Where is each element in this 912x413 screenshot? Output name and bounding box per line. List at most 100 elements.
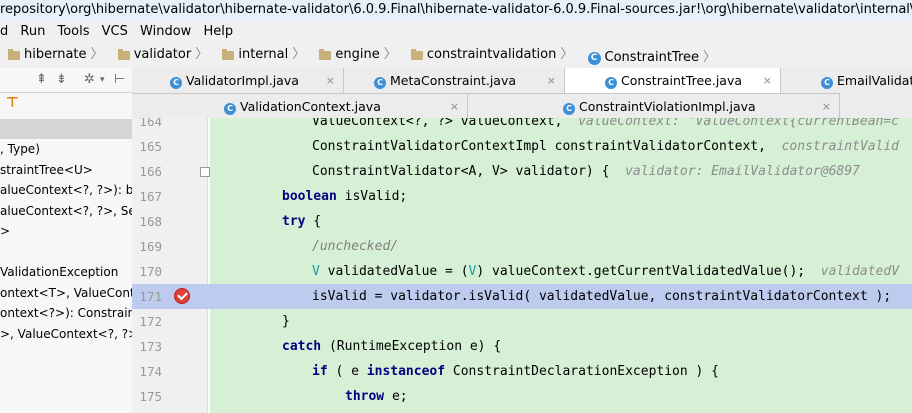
debug-value-hint: valueContext: "ValueContext{currentBean=…: [578, 118, 900, 129]
tab-emailvalidator[interactable]: CEmailValidator: [781, 68, 912, 93]
sort-icon[interactable]: ⊤: [6, 95, 19, 111]
folder-icon: [117, 48, 130, 60]
code-text: ConstraintValidatorContextImpl constrain…: [312, 134, 899, 159]
menu-bar: d Run Tools VCS Window Help: [0, 21, 912, 42]
list-item[interactable]: , Type): [0, 139, 132, 160]
hide-panel-icon[interactable]: ⊢: [114, 72, 125, 87]
code-token: }: [282, 314, 290, 329]
breadcrumb-hibernate[interactable]: hibernate 〉: [0, 42, 104, 68]
tab-validatorimpl[interactable]: C ValidatorImpl.java ×: [132, 68, 344, 93]
breadcrumb-constrainttree[interactable]: C ConstraintTree 〉: [580, 45, 717, 68]
code-text: try {: [282, 209, 321, 234]
code-token: V: [312, 264, 320, 279]
close-icon[interactable]: ×: [763, 68, 772, 93]
menu-item-vcs[interactable]: VCS: [102, 21, 128, 42]
chevron-right-icon: 〉: [560, 47, 574, 62]
close-icon[interactable]: ×: [547, 68, 556, 93]
list-item[interactable]: >, ValueContext<?, ?>,: [0, 324, 132, 345]
tab-constraintviolationimpl[interactable]: C ConstraintViolationImpl.java ×: [468, 93, 840, 118]
code-token: throw: [345, 389, 385, 404]
class-icon: C: [605, 77, 617, 89]
breadcrumb: hibernate 〉 validator 〉 internal 〉 engine 〉 …: [0, 42, 912, 69]
code-line[interactable]: 166 ConstraintValidator<A, V> validator) …: [132, 159, 912, 184]
class-icon: C: [170, 77, 182, 89]
code-token: {: [305, 214, 322, 229]
tab-constrainttree[interactable]: C ConstraintTree.java ×: [565, 68, 781, 93]
code-line[interactable]: 165 ConstraintValidatorContextImpl constr…: [132, 134, 912, 159]
structure-subtoolbar: ⊤: [0, 93, 132, 119]
class-icon: C: [374, 77, 386, 89]
line-number: 174: [139, 364, 162, 379]
code-token: if: [312, 364, 328, 379]
tab-validationcontext[interactable]: C ValidationContext.java ×: [132, 93, 468, 118]
code-token: /unchecked/: [312, 239, 399, 254]
close-icon[interactable]: ×: [326, 68, 335, 93]
code-line[interactable]: 169/unchecked/: [132, 234, 912, 259]
chevron-right-icon: 〉: [195, 47, 209, 62]
code-line[interactable]: 172}: [132, 309, 912, 334]
code-line[interactable]: 175 throw e;: [132, 384, 912, 409]
code-line[interactable]: 164 ValueContext<?, ?> valueContext, valu…: [132, 118, 912, 134]
list-item[interactable]: ValidationException: [0, 262, 132, 283]
code-line[interactable]: 173 catch (RuntimeException e) {: [132, 334, 912, 359]
code-token: catch: [282, 339, 322, 354]
close-icon[interactable]: ×: [822, 94, 831, 118]
menu-item-tools[interactable]: Tools: [57, 21, 89, 42]
line-number: 172: [139, 314, 162, 329]
collapse-all-icon[interactable]: ⇟: [56, 72, 67, 87]
code-text: if ( e instanceof ConstraintDeclarationE…: [312, 359, 719, 384]
folder-icon: [8, 48, 20, 60]
expand-all-icon[interactable]: ⇞: [36, 72, 47, 87]
breadcrumb-constraintvalidation[interactable]: constraintvalidation 〉: [403, 42, 574, 68]
list-item[interactable]: >: [0, 221, 132, 242]
code-token: isValid;: [336, 189, 408, 204]
class-icon: C: [563, 103, 575, 115]
list-item[interactable]: alueContext<?, ?>): boo: [0, 180, 132, 201]
code-line[interactable]: 171 isValid = validator.isValid( validate…: [132, 284, 912, 309]
menu-item-window[interactable]: Window: [140, 21, 191, 42]
gear-icon[interactable]: ✲: [84, 72, 95, 87]
list-item[interactable]: alueContext<?, ?>, Set<: [0, 201, 132, 222]
fold-icon[interactable]: [200, 167, 210, 177]
line-number: 173: [139, 339, 162, 354]
code-text: throw e;: [345, 384, 408, 409]
code-token: ConstraintValidatorContextImpl constrain…: [312, 139, 782, 154]
editor-tabs: C ValidatorImpl.java × C MetaConstraint.jav…: [132, 68, 912, 119]
list-item[interactable]: ontext<T>, ValueContex: [0, 283, 132, 304]
code-token: validatedValue = (: [319, 264, 469, 279]
code-editor[interactable]: 164 ValueContext<?, ?> valueContext, valu…: [132, 118, 912, 413]
chevron-right-icon: 〉: [90, 47, 104, 62]
breadcrumb-validator[interactable]: validator 〉: [110, 42, 209, 68]
code-line[interactable]: 170 V validatedValue = (V) valueContext.g…: [132, 259, 912, 284]
code-line[interactable]: 167 boolean isValid;: [132, 184, 912, 209]
breakpoint-icon[interactable]: [174, 288, 190, 304]
debug-value-hint: constraintValid: [781, 139, 900, 154]
code-line[interactable]: 168 try {: [132, 209, 912, 234]
breadcrumb-engine[interactable]: engine 〉: [311, 42, 397, 68]
list-item[interactable]: ontext<?>): ConstraintV: [0, 303, 132, 324]
class-icon: C: [821, 77, 833, 89]
list-item[interactable]: straintTree<U>: [0, 160, 132, 181]
tab-metaconstraint[interactable]: C MetaConstraint.java ×: [344, 68, 565, 93]
structure-selected-row[interactable]: [0, 119, 132, 139]
structure-panel: ⇞ ⇟ ✲ ▾ ⊢ ⊤ , Type) straintTree<U> alueC…: [0, 68, 133, 413]
menu-item-d[interactable]: d: [0, 21, 8, 42]
code-token: instanceof: [366, 364, 446, 379]
class-icon: C: [224, 103, 236, 115]
chevron-right-icon: 〉: [383, 47, 397, 62]
debug-value-hint: validatedV: [820, 264, 900, 279]
code-text: /unchecked/: [312, 234, 398, 259]
breadcrumb-internal[interactable]: internal 〉: [214, 42, 305, 68]
structure-list: , Type) straintTree<U> alueContext<?, ?>…: [0, 139, 132, 344]
structure-toolbar: ⇞ ⇟ ✲ ▾ ⊢: [0, 68, 132, 93]
code-token: ( e: [327, 364, 367, 379]
code-line[interactable]: 174 if ( e instanceof ConstraintDeclarati…: [132, 359, 912, 384]
menu-item-help[interactable]: Help: [203, 21, 233, 42]
menu-item-run[interactable]: Run: [20, 21, 45, 42]
code-text: catch (RuntimeException e) {: [282, 334, 501, 359]
chevron-down-icon[interactable]: ▾: [100, 75, 105, 85]
list-item[interactable]: [0, 242, 132, 263]
close-icon[interactable]: ×: [450, 94, 459, 118]
window-title: repository\org\hibernate\validator\hiber…: [0, 0, 912, 22]
chevron-right-icon: 〉: [703, 50, 717, 65]
